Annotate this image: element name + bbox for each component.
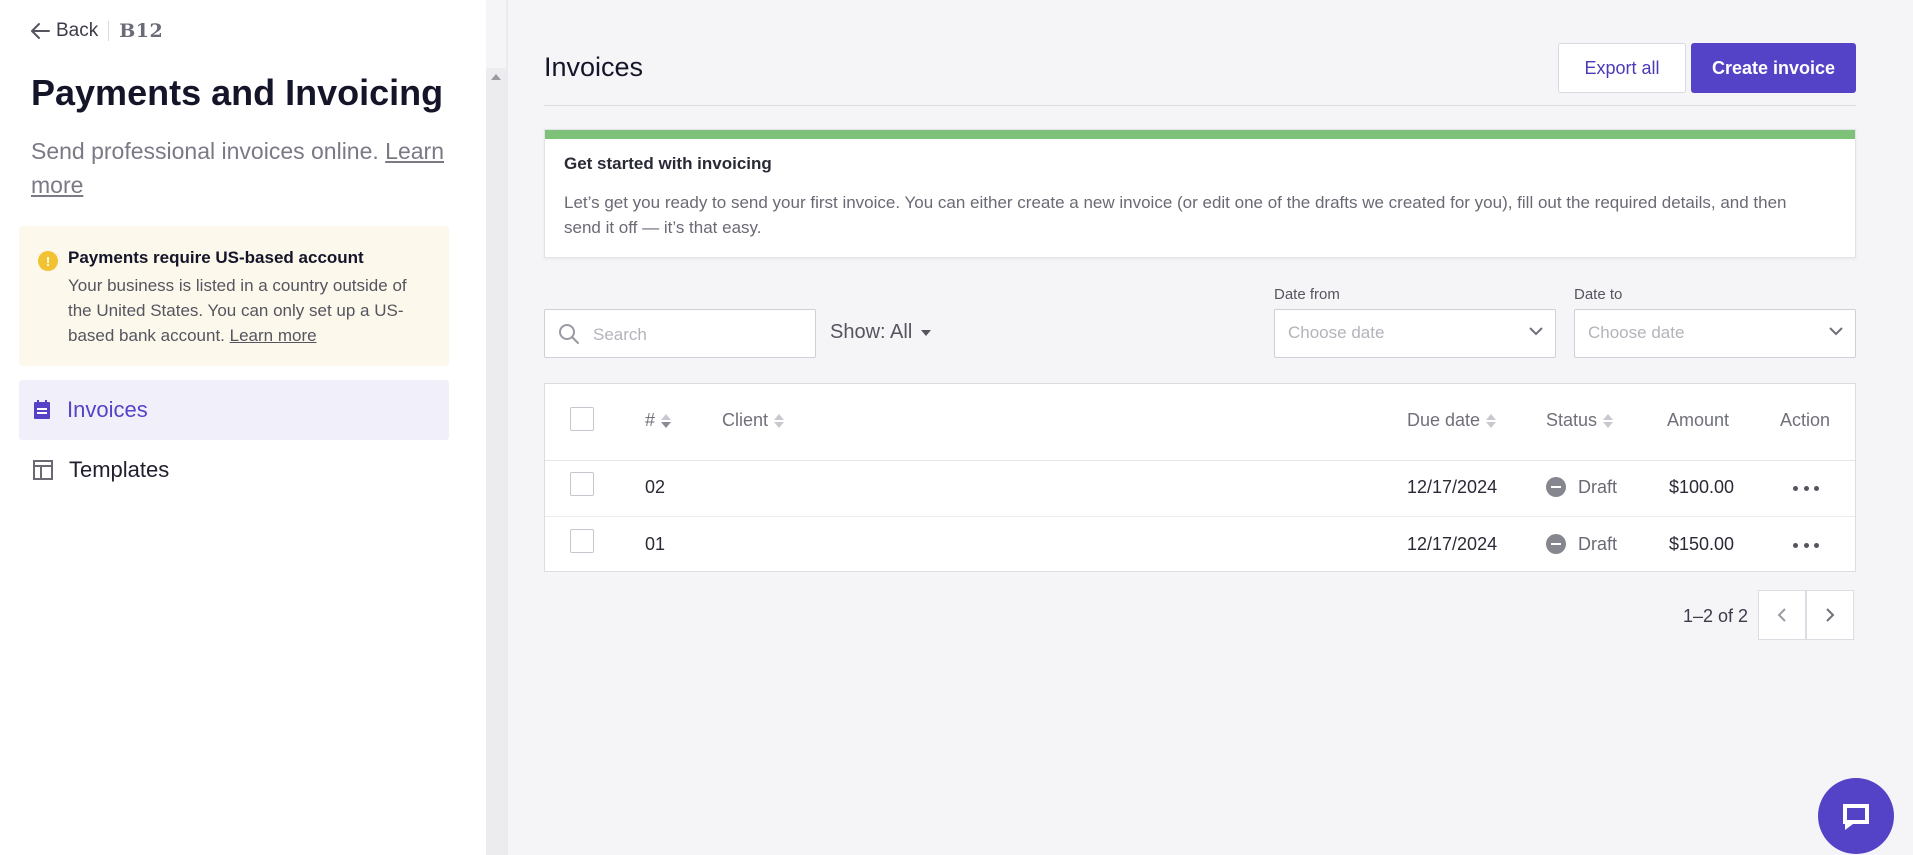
sidebar-description: Send professional invoices online. Learn…: [31, 134, 451, 202]
template-icon: [33, 460, 53, 480]
chevron-down-icon: [1529, 327, 1543, 336]
banner-title: Get started with invoicing: [564, 154, 772, 173]
sort-icon: [661, 413, 672, 428]
date-to-label: Date to: [1574, 286, 1623, 303]
sidebar-description-text: Send professional invoices online.: [31, 138, 379, 164]
next-page-button[interactable]: [1806, 590, 1854, 640]
invoice-due-date: 12/17/2024: [1407, 534, 1498, 554]
invoice-icon: [34, 400, 50, 419]
back-label: Back: [56, 20, 99, 41]
invoice-number: 02: [645, 477, 666, 497]
invoice-amount: $150.00: [1669, 534, 1735, 554]
sort-icon: [1603, 413, 1614, 428]
column-action: Action: [1780, 410, 1831, 430]
sidebar-item-label: Invoices: [67, 397, 148, 422]
column-due-date[interactable]: Due date: [1407, 410, 1497, 431]
select-all-checkbox[interactable]: [570, 407, 594, 431]
previous-page-button[interactable]: [1758, 590, 1806, 640]
table-row[interactable]: 01 12/17/2024 Draft $150.00: [545, 517, 1855, 573]
title-divider: [544, 105, 1856, 106]
search-input[interactable]: [591, 322, 805, 348]
brand-logo[interactable]: B12: [119, 20, 163, 42]
search-icon: [559, 324, 579, 344]
onboarding-banner: Get started with invoicing Let’s get you…: [544, 129, 1856, 258]
warning-body: Your business is listed in a country out…: [68, 273, 408, 348]
chat-bubble-icon: [1843, 804, 1869, 830]
column-status-label: Status: [1546, 410, 1598, 430]
chevron-left-icon: [1777, 608, 1786, 622]
invoices-table: # Client Due date Status Amount Action 0…: [544, 383, 1856, 572]
banner-text: Let’s get you ready to send your first i…: [564, 193, 1787, 237]
pagination-summary: 1–2 of 2: [1683, 606, 1749, 626]
banner-accent-bar: [545, 130, 1855, 139]
page-title: Invoices: [544, 52, 644, 82]
column-client[interactable]: Client: [722, 410, 785, 431]
table-header: # Client Due date Status Amount Action: [545, 384, 1855, 461]
sort-icon: [1486, 413, 1497, 428]
search-box[interactable]: [544, 309, 816, 358]
invoice-number: 01: [645, 534, 666, 554]
sidebar-separator: [506, 0, 508, 855]
date-to-field[interactable]: Choose date: [1574, 309, 1856, 358]
export-all-button[interactable]: Export all: [1558, 43, 1686, 93]
invoice-status: Draft: [1578, 477, 1618, 497]
show-filter-label: Show: All: [830, 321, 913, 343]
sidebar-item-invoices[interactable]: Invoices: [19, 380, 449, 440]
show-filter-dropdown[interactable]: Show: All: [830, 321, 932, 344]
column-client-label: Client: [722, 410, 769, 430]
column-status[interactable]: Status: [1546, 410, 1614, 431]
date-from-placeholder: Choose date: [1288, 323, 1385, 342]
info-icon: !: [38, 251, 58, 271]
sidebar: Back B12 Payments and Invoicing Send pro…: [0, 0, 486, 855]
chevron-right-icon: [1826, 608, 1835, 622]
sidebar-topbar: Back B12: [30, 18, 163, 44]
invoice-due-date: 12/17/2024: [1407, 477, 1498, 497]
column-amount: Amount: [1667, 410, 1730, 430]
row-checkbox[interactable]: [570, 472, 594, 496]
warning-title: Payments require US-based account: [68, 248, 364, 267]
create-invoice-button[interactable]: Create invoice: [1691, 43, 1856, 93]
sidebar-item-templates[interactable]: Templates: [19, 440, 449, 500]
scroll-up-icon[interactable]: [491, 74, 501, 80]
more-actions-icon[interactable]: [1793, 535, 1819, 555]
back-button[interactable]: Back: [30, 20, 98, 42]
sidebar-item-label: Templates: [69, 457, 170, 482]
table-row[interactable]: 02 12/17/2024 Draft $100.00: [545, 460, 1855, 517]
invoice-status: Draft: [1578, 534, 1618, 554]
column-due-date-label: Due date: [1407, 410, 1481, 430]
column-number[interactable]: #: [645, 410, 672, 431]
arrow-left-icon: [31, 23, 50, 39]
warning-learn-more-link[interactable]: Learn more: [230, 326, 317, 345]
sidebar-scrollbar[interactable]: [486, 68, 506, 855]
column-number-label: #: [645, 410, 656, 430]
sidebar-title: Payments and Invoicing: [31, 72, 444, 113]
more-actions-icon[interactable]: [1793, 478, 1819, 498]
invoice-amount: $100.00: [1669, 477, 1735, 497]
chat-launcher-button[interactable]: [1818, 778, 1894, 854]
row-checkbox[interactable]: [570, 529, 594, 553]
topbar-divider: [108, 21, 110, 41]
date-to-placeholder: Choose date: [1588, 323, 1685, 342]
sort-icon: [774, 413, 785, 428]
caret-down-icon: [921, 329, 932, 336]
draft-status-icon: [1546, 534, 1566, 554]
date-from-label: Date from: [1274, 286, 1340, 303]
warning-box: Payments require US-based account Your b…: [19, 226, 449, 366]
date-from-field[interactable]: Choose date: [1274, 309, 1556, 358]
chevron-down-icon: [1829, 327, 1843, 336]
draft-status-icon: [1546, 477, 1566, 497]
